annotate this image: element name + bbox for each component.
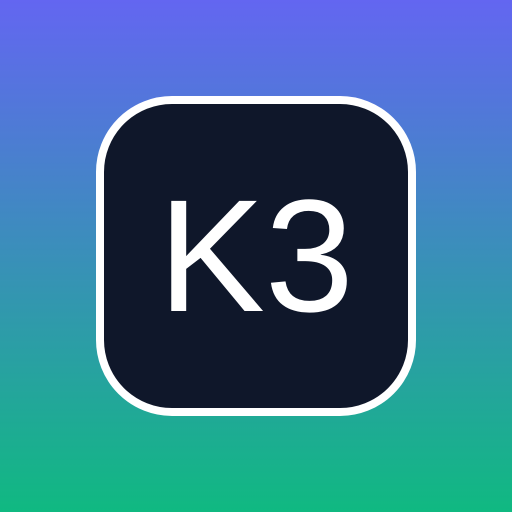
app-icon-label: K3 <box>158 166 354 345</box>
app-icon-tile: K3 <box>96 96 416 416</box>
app-icon-canvas: K3 <box>0 0 512 512</box>
